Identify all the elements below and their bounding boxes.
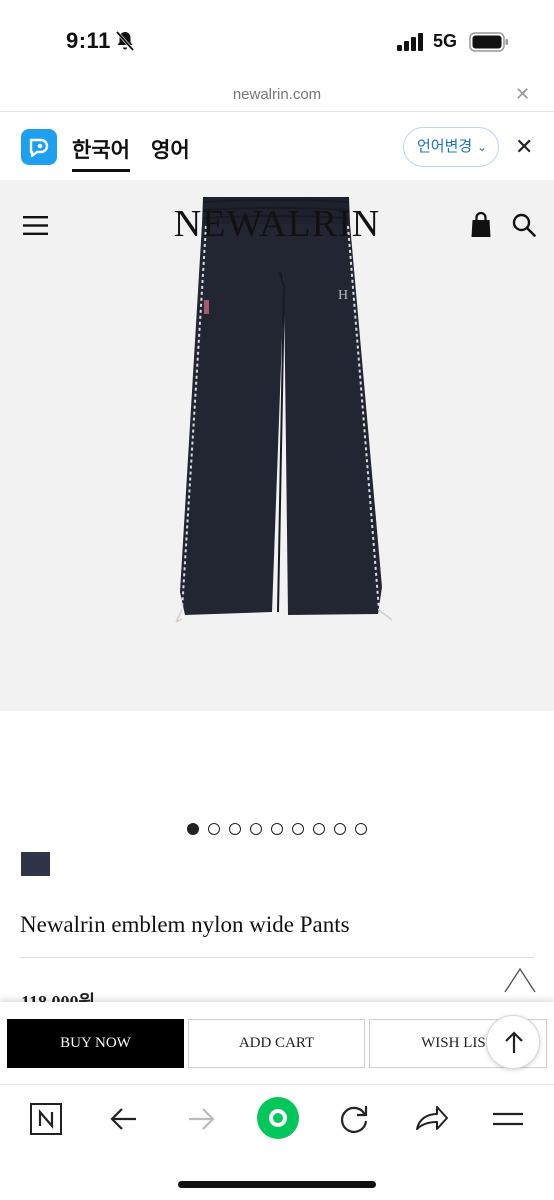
home-indicator xyxy=(178,1181,376,1188)
tab-english[interactable]: 영어 xyxy=(151,134,190,164)
green-dot-icon[interactable] xyxy=(256,1096,300,1140)
papago-logo-icon xyxy=(21,129,57,165)
menu-icon[interactable] xyxy=(488,1099,528,1139)
action-bar: BUY NOW ADD CART WISH LIST xyxy=(0,1002,554,1084)
bell-muted-icon xyxy=(115,31,135,51)
product-name: Newalrin emblem nylon wide Pants xyxy=(20,912,350,937)
carousel-dot[interactable] xyxy=(292,823,304,835)
carousel-dot[interactable] xyxy=(355,823,367,835)
chevron-down-icon: ⌄ xyxy=(477,140,488,154)
translate-bar: 한국어 영어 언어변경 ⌄ ✕ xyxy=(0,112,554,180)
tab-korean[interactable]: 한국어 xyxy=(72,134,130,164)
language-change-button[interactable]: 언어변경 ⌄ xyxy=(403,127,499,167)
forward-arrow-icon[interactable] xyxy=(181,1099,221,1139)
carousel-dot[interactable] xyxy=(334,823,346,835)
carousel-dot[interactable] xyxy=(271,823,283,835)
carousel-dot[interactable] xyxy=(250,823,262,835)
arrow-up-icon xyxy=(505,1031,523,1053)
product-image-area[interactable]: H NEWALRIN xyxy=(0,180,554,711)
status-time: 9:11 xyxy=(66,28,111,53)
close-icon[interactable]: ✕ xyxy=(515,84,530,105)
carousel-dot[interactable] xyxy=(229,823,241,835)
url-text[interactable]: newalrin.com xyxy=(0,86,554,103)
active-tab-indicator xyxy=(72,169,130,172)
add-cart-button[interactable]: ADD CART xyxy=(188,1019,365,1068)
back-arrow-icon[interactable] xyxy=(104,1099,144,1139)
carousel-dot[interactable] xyxy=(208,823,220,835)
language-change-label: 언어변경 xyxy=(417,138,473,155)
buy-now-button[interactable]: BUY NOW xyxy=(7,1019,184,1068)
carousel-dot[interactable] xyxy=(313,823,325,835)
battery-icon xyxy=(469,32,508,52)
naver-home-icon[interactable] xyxy=(26,1099,66,1139)
carousel-dots xyxy=(0,823,554,835)
share-icon[interactable] xyxy=(411,1099,451,1139)
carousel-dot[interactable] xyxy=(187,823,199,835)
network-type: 5G xyxy=(433,31,458,51)
browser-navigation xyxy=(0,1084,554,1200)
status-bar: 9:11 5G xyxy=(0,0,554,80)
chevron-up-icon[interactable] xyxy=(503,966,537,994)
close-translate-icon[interactable]: ✕ xyxy=(515,134,533,160)
signal-icon xyxy=(397,33,423,51)
shopping-bag-icon[interactable] xyxy=(470,212,492,238)
search-icon[interactable] xyxy=(512,213,536,237)
refresh-icon[interactable] xyxy=(334,1099,374,1139)
svg-text:H: H xyxy=(338,288,348,303)
scroll-top-button[interactable] xyxy=(486,1015,540,1069)
divider xyxy=(20,957,534,958)
color-swatch[interactable] xyxy=(21,852,50,876)
product-image[interactable]: H xyxy=(160,192,410,632)
url-bar[interactable]: newalrin.com ✕ xyxy=(0,80,554,112)
